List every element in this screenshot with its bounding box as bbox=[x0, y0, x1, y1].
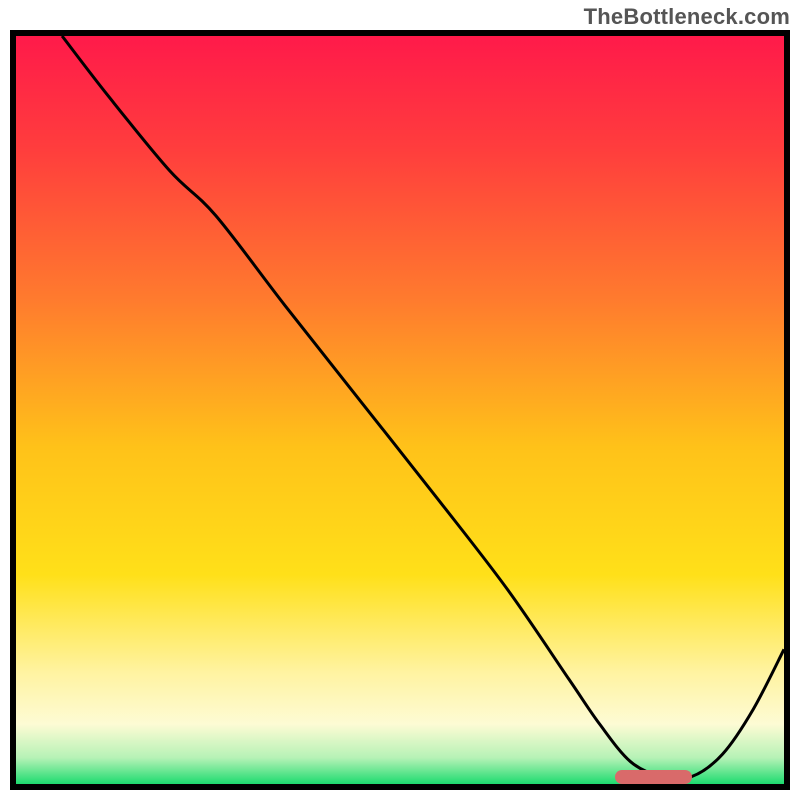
plot-frame bbox=[10, 30, 790, 790]
plot-area bbox=[10, 30, 790, 790]
chart-container: TheBottleneck.com bbox=[0, 0, 800, 800]
watermark-label: TheBottleneck.com bbox=[584, 4, 790, 30]
